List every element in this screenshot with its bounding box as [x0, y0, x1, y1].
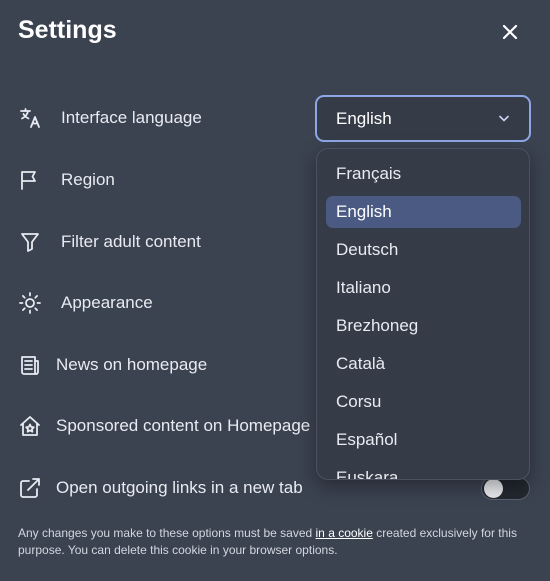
language-select-value[interactable]: English: [336, 109, 392, 129]
cookie-notice: Any changes you make to these options mu…: [18, 525, 532, 559]
language-option[interactable]: Deutsch: [326, 234, 521, 266]
translate-icon: [18, 106, 42, 130]
cookie-notice-text: Any changes you make to these options mu…: [18, 526, 316, 540]
language-select[interactable]: English: [315, 95, 531, 142]
flag-icon: [18, 168, 42, 192]
language-option[interactable]: Brezhoneg: [326, 310, 521, 342]
setting-label: Sponsored content on Homepage: [56, 416, 311, 435]
setting-label: Region: [61, 170, 115, 189]
language-option-selected[interactable]: English: [326, 196, 521, 228]
language-option[interactable]: Italiano: [326, 272, 521, 304]
toggle-knob[interactable]: [484, 479, 503, 498]
newspaper-icon: [18, 353, 42, 377]
setting-label: News on homepage: [56, 355, 208, 374]
language-dropdown: Français English Deutsch Italiano Brezho…: [316, 148, 530, 480]
setting-label: Filter adult content: [61, 232, 201, 251]
language-option[interactable]: Català: [326, 348, 521, 380]
language-option[interactable]: Euskara: [326, 462, 521, 479]
chevron-down-icon[interactable]: [497, 111, 511, 125]
language-option[interactable]: Corsu: [326, 386, 521, 418]
sun-icon: [18, 291, 42, 315]
setting-label: Appearance: [61, 293, 153, 312]
cookie-link[interactable]: in a cookie: [316, 526, 373, 540]
close-icon[interactable]: [502, 24, 518, 40]
close-button[interactable]: [496, 18, 524, 46]
setting-label: Open outgoing links in a new tab: [56, 478, 303, 497]
page-title: Settings: [18, 16, 117, 44]
language-option[interactable]: Español: [326, 424, 521, 456]
filter-icon: [18, 230, 42, 254]
settings-header: Settings: [0, 0, 550, 64]
setting-label: Interface language: [61, 108, 202, 127]
home-star-icon: [18, 414, 42, 438]
external-link-icon: [18, 476, 42, 500]
language-option[interactable]: Français: [326, 158, 521, 190]
new-tab-toggle[interactable]: [481, 477, 530, 500]
